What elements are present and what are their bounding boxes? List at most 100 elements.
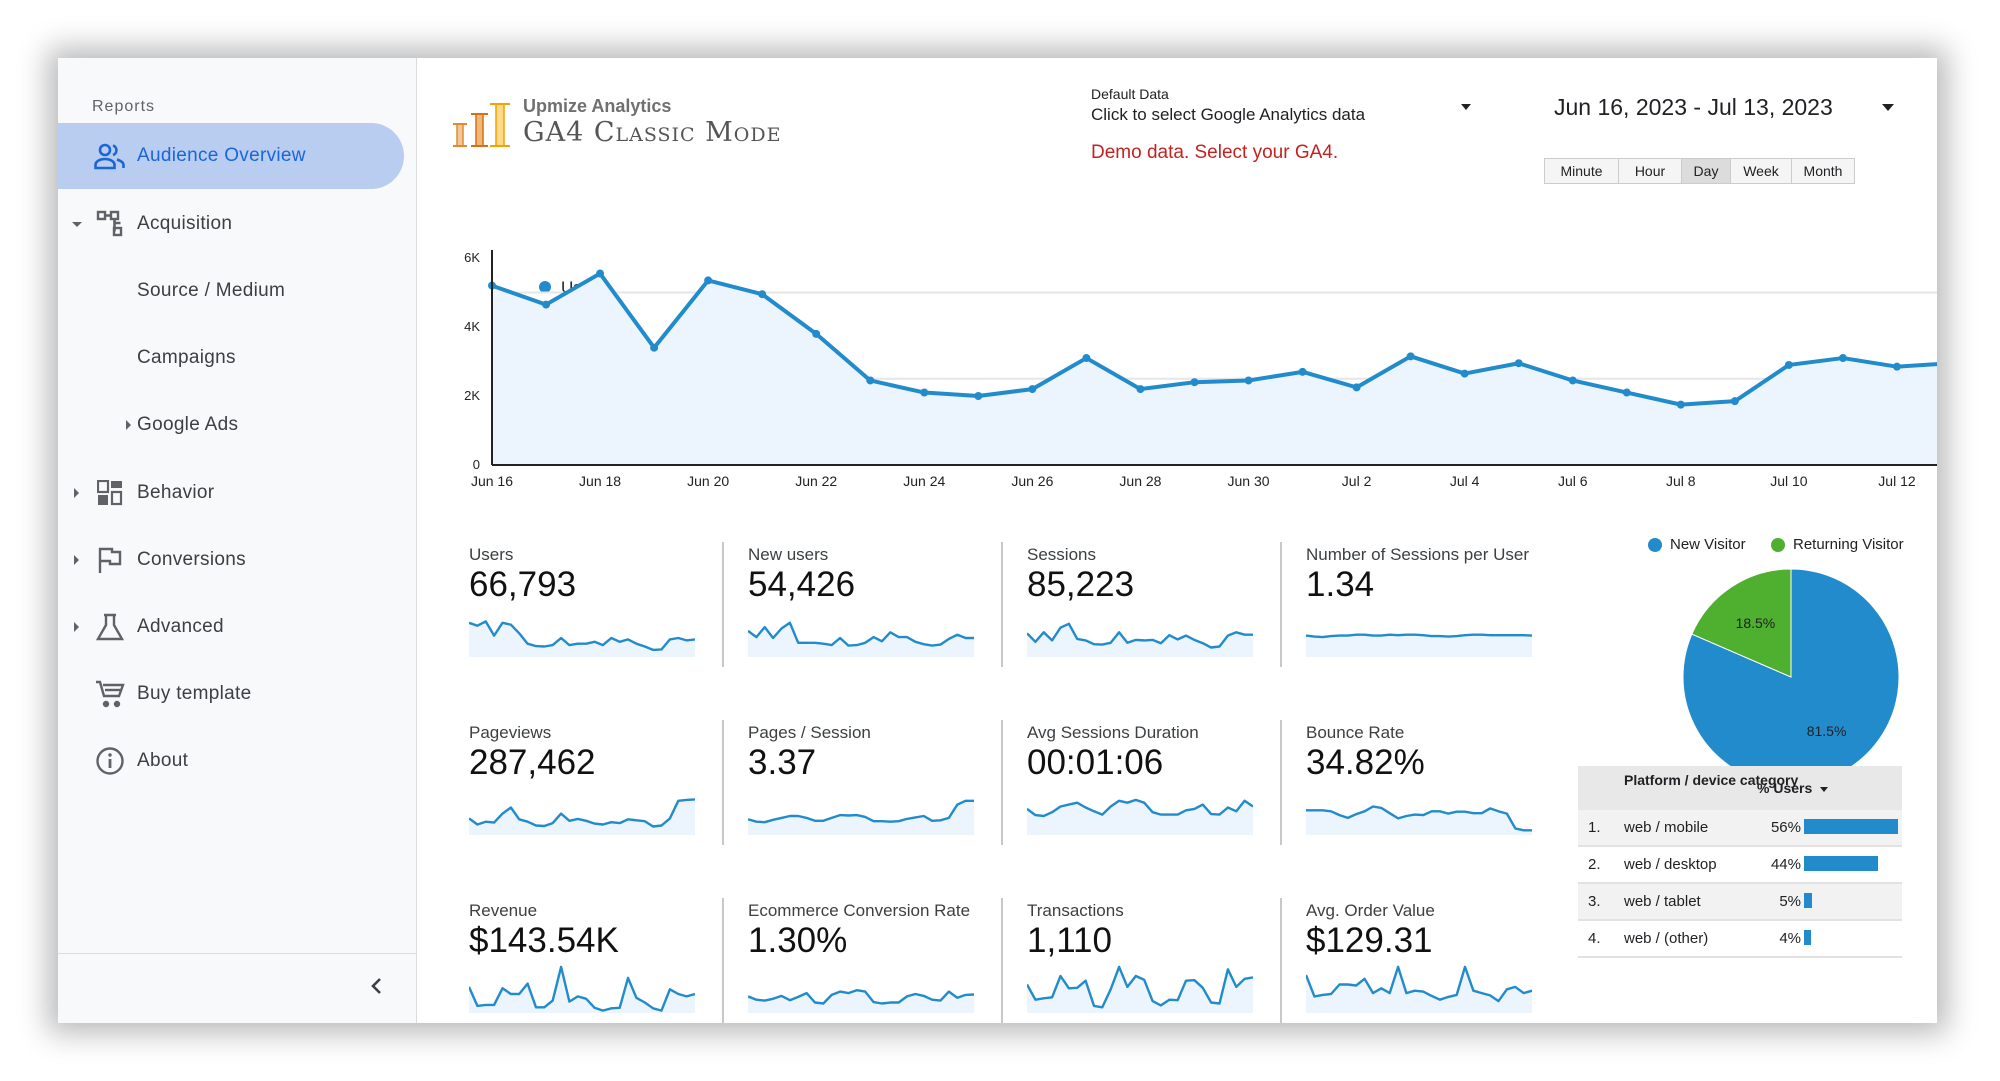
data-point[interactable] [812, 329, 821, 338]
sparkline [748, 799, 974, 835]
row-percent-bar [1804, 930, 1811, 945]
granularity-minute[interactable]: Minute [1545, 159, 1619, 183]
sparkline-area [469, 799, 695, 835]
metric-tile-users[interactable]: Users 66,793 [469, 545, 709, 685]
x-tick-label: Jun 28 [1119, 473, 1161, 489]
granularity-week[interactable]: Week [1731, 159, 1792, 183]
metric-tile-number-of-sessions-per-user[interactable]: Number of Sessions per User 1.34 [1306, 545, 1546, 685]
table-row[interactable]: 4. web / (other) 4% [1578, 921, 1902, 958]
granularity-day[interactable]: Day [1682, 159, 1731, 183]
users-area [492, 273, 1937, 465]
data-point[interactable] [758, 290, 767, 299]
data-point[interactable] [1244, 376, 1253, 385]
data-point[interactable] [704, 276, 713, 285]
granularity-month[interactable]: Month [1792, 159, 1854, 183]
data-point[interactable] [596, 269, 605, 278]
data-point[interactable] [1136, 385, 1145, 394]
data-point[interactable] [542, 300, 551, 309]
row-percent: 56% [1770, 819, 1801, 836]
x-tick-label: Jun 30 [1227, 473, 1269, 489]
y-tick-label: 4K [464, 319, 480, 334]
data-point[interactable] [1460, 369, 1469, 378]
metric-divider [722, 898, 724, 1023]
pie-slice-label: 18.5% [1736, 615, 1776, 631]
dropdown-caret-icon [1882, 104, 1894, 111]
sidebar-item-source-medium[interactable]: Source / Medium [58, 258, 404, 324]
table-row[interactable]: 2. web / desktop 44% [1578, 847, 1902, 884]
x-tick-label: Jul 4 [1450, 473, 1480, 489]
metric-value: $129.31 [1306, 921, 1433, 960]
chevron-left-icon [369, 976, 383, 1001]
metric-tile-transactions[interactable]: Transactions 1,110 [1027, 901, 1267, 1041]
sidebar-item-audience-overview[interactable]: Audience Overview [58, 123, 404, 189]
data-point[interactable] [866, 376, 875, 385]
metric-divider [1280, 898, 1282, 1023]
sidebar-item-label: Acquisition [137, 213, 233, 234]
cart-icon [94, 678, 126, 710]
data-point[interactable] [1028, 385, 1037, 394]
data-point[interactable] [1352, 383, 1361, 392]
sidebar-item-google-ads[interactable]: Google Ads [58, 392, 404, 458]
data-point[interactable] [650, 343, 659, 352]
sidebar-item-campaigns[interactable]: Campaigns [58, 325, 404, 391]
metric-divider [1001, 898, 1003, 1023]
metric-tile-new-users[interactable]: New users 54,426 [748, 545, 988, 685]
main-content: Upmize Analytics GA4 Classic Mode Defaul… [417, 58, 1937, 1023]
table-row[interactable]: 1. web / mobile 56% [1578, 810, 1902, 847]
sidebar-item-about[interactable]: About [58, 728, 404, 794]
row-rank: 3. [1588, 893, 1601, 910]
sidebar-divider [58, 953, 416, 954]
metric-tile-pageviews[interactable]: Pageviews 287,462 [469, 723, 709, 863]
date-range-picker[interactable]: Jun 16, 2023 - Jul 13, 2023 [1554, 94, 1904, 121]
row-platform-name: web / tablet [1624, 893, 1701, 910]
data-point[interactable] [1838, 354, 1847, 363]
collapse-sidebar-button[interactable] [358, 970, 394, 1006]
expand-right-icon [126, 420, 131, 430]
metric-tile-avg-sessions-duration[interactable]: Avg Sessions Duration 00:01:06 [1027, 723, 1267, 863]
platform-device-table: Platform / device category % Users 1. web… [1578, 766, 1902, 958]
data-point[interactable] [1298, 367, 1307, 376]
data-point[interactable] [1568, 376, 1577, 385]
sidebar-item-behavior[interactable]: Behavior [58, 460, 404, 526]
x-tick-label: Jun 16 [471, 473, 513, 489]
table-row[interactable]: 3. web / tablet 5% [1578, 884, 1902, 921]
metric-label: Bounce Rate [1306, 723, 1405, 742]
column-header-users-sort[interactable]: % Users [1757, 780, 1829, 796]
metric-tile-sessions[interactable]: Sessions 85,223 [1027, 545, 1267, 685]
legend-dot [1771, 537, 1785, 552]
sparkline [748, 621, 974, 657]
metric-tile-avg-order-value[interactable]: Avg. Order Value $129.31 [1306, 901, 1546, 1041]
sidebar-item-advanced[interactable]: Advanced [58, 594, 404, 660]
row-percent-bar [1804, 819, 1898, 834]
sidebar-item-conversions[interactable]: Conversions [58, 527, 404, 593]
sidebar-item-acquisition[interactable]: Acquisition [58, 191, 404, 257]
data-point[interactable] [1892, 362, 1901, 371]
y-tick-label: 6K [464, 250, 480, 265]
data-point[interactable] [1784, 360, 1793, 369]
metric-tile-revenue[interactable]: Revenue $143.54K [469, 901, 709, 1041]
data-point[interactable] [1730, 397, 1739, 406]
data-source-select[interactable]: Default Data Click to select Google Anal… [1091, 86, 1481, 125]
data-point[interactable] [920, 388, 929, 397]
app-window: Reports Audience Overview Acquisition So… [58, 58, 1937, 1023]
data-point[interactable] [1514, 359, 1523, 368]
metric-divider [722, 542, 724, 667]
sparkline [1027, 798, 1253, 835]
metric-label: Pageviews [469, 723, 552, 742]
granularity-hour[interactable]: Hour [1619, 159, 1682, 183]
date-range-value: Jun 16, 2023 - Jul 13, 2023 [1554, 94, 1833, 120]
sparkline [469, 965, 695, 1013]
metric-tile-ecommerce-conversion-rate[interactable]: Ecommerce Conversion Rate 1.30% [748, 901, 988, 1041]
sidebar-item-buy-template[interactable]: Buy template [58, 661, 404, 727]
expand-right-icon [74, 555, 79, 565]
data-point[interactable] [1082, 354, 1091, 363]
data-point[interactable] [1676, 400, 1685, 409]
data-point[interactable] [1406, 352, 1415, 361]
metric-tile-pages-session[interactable]: Pages / Session 3.37 [748, 723, 988, 863]
metric-value: $143.54K [469, 921, 619, 960]
metric-tile-bounce-rate[interactable]: Bounce Rate 34.82% [1306, 723, 1546, 863]
metric-label: Sessions [1027, 545, 1096, 564]
data-point[interactable] [1190, 378, 1199, 387]
data-point[interactable] [974, 392, 983, 400]
data-point[interactable] [1622, 388, 1631, 397]
